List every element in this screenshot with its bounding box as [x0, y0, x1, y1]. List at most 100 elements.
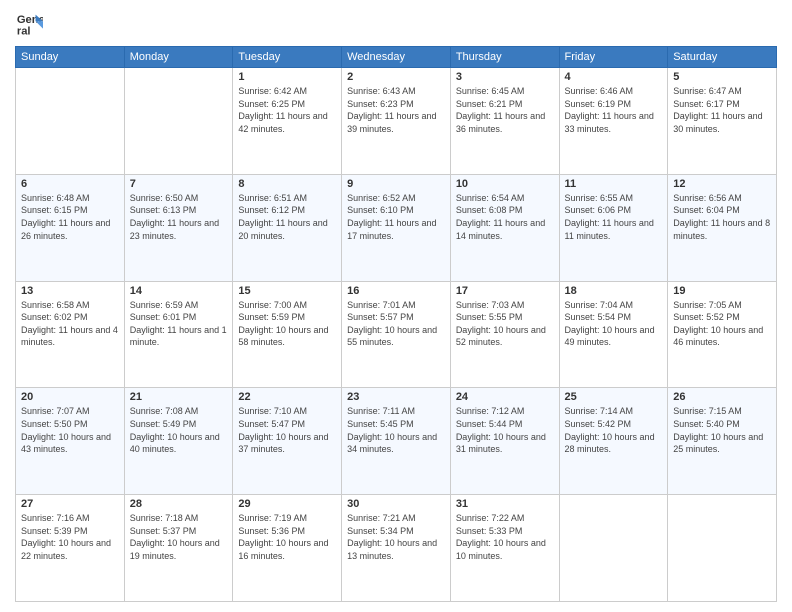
day-info: Sunrise: 7:10 AM Sunset: 5:47 PM Dayligh… [238, 405, 336, 455]
week-row-5: 27 Sunrise: 7:16 AM Sunset: 5:39 PM Dayli… [16, 495, 777, 602]
day-info: Sunrise: 6:56 AM Sunset: 6:04 PM Dayligh… [673, 192, 771, 242]
day-number: 18 [565, 285, 663, 297]
day-info: Sunrise: 7:15 AM Sunset: 5:40 PM Dayligh… [673, 405, 771, 455]
day-number: 5 [673, 71, 771, 83]
calendar-cell: 6 Sunrise: 6:48 AM Sunset: 6:15 PM Daylig… [16, 174, 125, 281]
calendar-cell: 12 Sunrise: 6:56 AM Sunset: 6:04 PM Dayli… [668, 174, 777, 281]
day-info: Sunrise: 6:54 AM Sunset: 6:08 PM Dayligh… [456, 192, 554, 242]
weekday-header-monday: Monday [124, 47, 233, 68]
calendar-cell: 18Sunrise: 7:04 AM Sunset: 5:54 PM Dayli… [559, 281, 668, 388]
day-info: Sunrise: 7:14 AM Sunset: 5:42 PM Dayligh… [565, 405, 663, 455]
calendar-cell: 25 Sunrise: 7:14 AM Sunset: 5:42 PM Dayli… [559, 388, 668, 495]
calendar-cell: 30 Sunrise: 7:21 AM Sunset: 5:34 PM Dayli… [342, 495, 451, 602]
calendar-cell: 15 Sunrise: 7:00 AM Sunset: 5:59 PM Dayli… [233, 281, 342, 388]
day-info: Sunrise: 7:21 AM Sunset: 5:34 PM Dayligh… [347, 512, 445, 562]
day-number: 21 [130, 391, 228, 403]
calendar-cell: 4 Sunrise: 6:46 AM Sunset: 6:19 PM Daylig… [559, 68, 668, 175]
calendar-cell: 13Sunrise: 6:58 AM Sunset: 6:02 PM Dayli… [16, 281, 125, 388]
day-info: Sunrise: 7:00 AM Sunset: 5:59 PM Dayligh… [238, 299, 336, 349]
day-info: Sunrise: 7:22 AM Sunset: 5:33 PM Dayligh… [456, 512, 554, 562]
calendar-cell: 21 Sunrise: 7:08 AM Sunset: 5:49 PM Dayli… [124, 388, 233, 495]
week-row-3: 13Sunrise: 6:58 AM Sunset: 6:02 PM Dayli… [16, 281, 777, 388]
day-number: 20 [21, 391, 119, 403]
day-info: Sunrise: 6:51 AM Sunset: 6:12 PM Dayligh… [238, 192, 336, 242]
week-row-2: 6 Sunrise: 6:48 AM Sunset: 6:15 PM Daylig… [16, 174, 777, 281]
day-info: Sunrise: 7:16 AM Sunset: 5:39 PM Dayligh… [21, 512, 119, 562]
calendar-table: SundayMondayTuesdayWednesdayThursdayFrid… [15, 46, 777, 602]
day-number: 22 [238, 391, 336, 403]
day-number: 29 [238, 498, 336, 510]
day-number: 11 [565, 178, 663, 190]
day-number: 12 [673, 178, 771, 190]
calendar-cell: 23Sunrise: 7:11 AM Sunset: 5:45 PM Dayli… [342, 388, 451, 495]
day-number: 2 [347, 71, 445, 83]
day-info: Sunrise: 6:48 AM Sunset: 6:15 PM Dayligh… [21, 192, 119, 242]
calendar-cell: 19 Sunrise: 7:05 AM Sunset: 5:52 PM Dayli… [668, 281, 777, 388]
calendar-cell: 22 Sunrise: 7:10 AM Sunset: 5:47 PM Dayli… [233, 388, 342, 495]
day-info: Sunrise: 6:59 AM Sunset: 6:01 PM Dayligh… [130, 299, 228, 349]
week-row-4: 20 Sunrise: 7:07 AM Sunset: 5:50 PM Dayli… [16, 388, 777, 495]
day-number: 4 [565, 71, 663, 83]
day-info: Sunrise: 6:45 AM Sunset: 6:21 PM Dayligh… [456, 85, 554, 135]
calendar-cell: 7 Sunrise: 6:50 AM Sunset: 6:13 PM Daylig… [124, 174, 233, 281]
calendar-cell: 10Sunrise: 6:54 AM Sunset: 6:08 PM Dayli… [450, 174, 559, 281]
day-number: 7 [130, 178, 228, 190]
week-row-1: 1 Sunrise: 6:42 AM Sunset: 6:25 PM Daylig… [16, 68, 777, 175]
day-number: 31 [456, 498, 554, 510]
calendar-cell: 16 Sunrise: 7:01 AM Sunset: 5:57 PM Dayli… [342, 281, 451, 388]
day-info: Sunrise: 6:50 AM Sunset: 6:13 PM Dayligh… [130, 192, 228, 242]
day-info: Sunrise: 7:05 AM Sunset: 5:52 PM Dayligh… [673, 299, 771, 349]
day-number: 17 [456, 285, 554, 297]
day-number: 8 [238, 178, 336, 190]
day-info: Sunrise: 7:08 AM Sunset: 5:49 PM Dayligh… [130, 405, 228, 455]
day-info: Sunrise: 7:11 AM Sunset: 5:45 PM Dayligh… [347, 405, 445, 455]
day-number: 27 [21, 498, 119, 510]
calendar-cell: 2 Sunrise: 6:43 AM Sunset: 6:23 PM Daylig… [342, 68, 451, 175]
weekday-header-wednesday: Wednesday [342, 47, 451, 68]
day-info: Sunrise: 6:47 AM Sunset: 6:17 PM Dayligh… [673, 85, 771, 135]
calendar-cell: 27 Sunrise: 7:16 AM Sunset: 5:39 PM Dayli… [16, 495, 125, 602]
calendar-cell: 20 Sunrise: 7:07 AM Sunset: 5:50 PM Dayli… [16, 388, 125, 495]
calendar-cell [559, 495, 668, 602]
calendar-cell: 28 Sunrise: 7:18 AM Sunset: 5:37 PM Dayli… [124, 495, 233, 602]
calendar-cell: 1 Sunrise: 6:42 AM Sunset: 6:25 PM Daylig… [233, 68, 342, 175]
weekday-header-sunday: Sunday [16, 47, 125, 68]
day-number: 25 [565, 391, 663, 403]
calendar-cell: 5 Sunrise: 6:47 AM Sunset: 6:17 PM Daylig… [668, 68, 777, 175]
day-number: 9 [347, 178, 445, 190]
day-number: 3 [456, 71, 554, 83]
day-number: 15 [238, 285, 336, 297]
day-info: Sunrise: 6:58 AM Sunset: 6:02 PM Dayligh… [21, 299, 119, 349]
day-info: Sunrise: 7:01 AM Sunset: 5:57 PM Dayligh… [347, 299, 445, 349]
day-number: 19 [673, 285, 771, 297]
day-number: 6 [21, 178, 119, 190]
calendar-cell [16, 68, 125, 175]
logo-icon: Gene ral [15, 10, 43, 38]
calendar-cell: 26Sunrise: 7:15 AM Sunset: 5:40 PM Dayli… [668, 388, 777, 495]
weekday-header-row: SundayMondayTuesdayWednesdayThursdayFrid… [16, 47, 777, 68]
calendar-cell: 8 Sunrise: 6:51 AM Sunset: 6:12 PM Daylig… [233, 174, 342, 281]
day-info: Sunrise: 6:55 AM Sunset: 6:06 PM Dayligh… [565, 192, 663, 242]
page: Gene ral SundayMondayTuesdayWednesdayThu… [0, 0, 792, 612]
svg-text:ral: ral [17, 25, 31, 37]
calendar-cell: 29 Sunrise: 7:19 AM Sunset: 5:36 PM Dayli… [233, 495, 342, 602]
calendar-cell [668, 495, 777, 602]
weekday-header-thursday: Thursday [450, 47, 559, 68]
calendar-cell [124, 68, 233, 175]
day-number: 30 [347, 498, 445, 510]
day-info: Sunrise: 6:46 AM Sunset: 6:19 PM Dayligh… [565, 85, 663, 135]
calendar-cell: 14 Sunrise: 6:59 AM Sunset: 6:01 PM Dayli… [124, 281, 233, 388]
weekday-header-tuesday: Tuesday [233, 47, 342, 68]
calendar-cell: 24Sunrise: 7:12 AM Sunset: 5:44 PM Dayli… [450, 388, 559, 495]
day-info: Sunrise: 6:42 AM Sunset: 6:25 PM Dayligh… [238, 85, 336, 135]
day-info: Sunrise: 7:19 AM Sunset: 5:36 PM Dayligh… [238, 512, 336, 562]
day-info: Sunrise: 6:52 AM Sunset: 6:10 PM Dayligh… [347, 192, 445, 242]
day-info: Sunrise: 7:18 AM Sunset: 5:37 PM Dayligh… [130, 512, 228, 562]
day-number: 28 [130, 498, 228, 510]
day-number: 1 [238, 71, 336, 83]
day-info: Sunrise: 6:43 AM Sunset: 6:23 PM Dayligh… [347, 85, 445, 135]
day-number: 14 [130, 285, 228, 297]
day-number: 16 [347, 285, 445, 297]
weekday-header-saturday: Saturday [668, 47, 777, 68]
day-info: Sunrise: 7:07 AM Sunset: 5:50 PM Dayligh… [21, 405, 119, 455]
